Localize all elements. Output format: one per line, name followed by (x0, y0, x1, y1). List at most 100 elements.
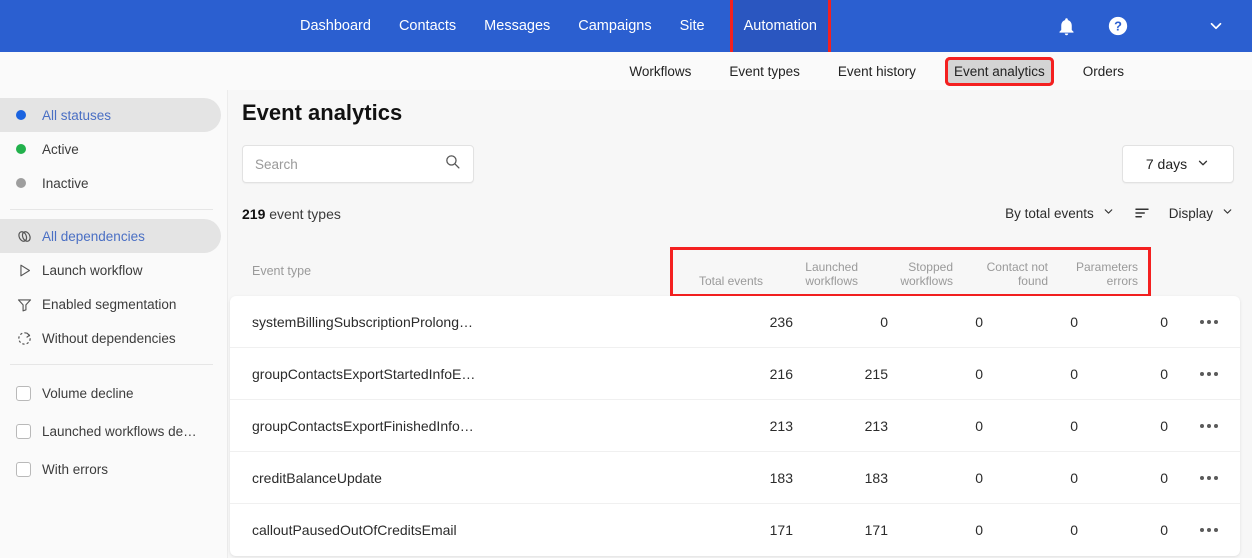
sub-navigation-bar: Workflows Event types Event history Even… (0, 52, 1252, 90)
cell-launched-workflows: 171 (864, 522, 888, 538)
cell-contact-not-found: 0 (1070, 522, 1078, 538)
funnel-icon (16, 296, 42, 313)
cell-stopped-workflows: 0 (975, 417, 983, 434)
sidebar-filter-label: Volume decline (42, 385, 134, 401)
display-dropdown[interactable]: Display (1169, 205, 1234, 221)
nav-item-messages[interactable]: Messages (484, 0, 550, 52)
sort-descending-icon[interactable] (1133, 204, 1151, 222)
main-content: Event analytics 7 days 219 event types B… (228, 90, 1252, 558)
chevron-down-icon (1221, 205, 1234, 221)
cell-parameters-errors: 0 (1160, 313, 1168, 330)
cell-total-events: 216 (769, 365, 793, 382)
more-options-icon[interactable] (1178, 371, 1240, 376)
cell-contact-not-found: 0 (1070, 417, 1078, 434)
chevron-down-icon[interactable] (1204, 14, 1228, 38)
cell-launched-workflows: 215 (864, 365, 888, 382)
more-options-icon[interactable] (1178, 319, 1240, 324)
days-filter-dropdown[interactable]: 7 days (1122, 145, 1234, 183)
table-controls: By total events Display (1005, 204, 1234, 222)
cell-contact-not-found: 0 (1070, 469, 1078, 486)
cell-contact-not-found: 0 (1070, 365, 1078, 382)
days-filter-label: 7 days (1145, 156, 1188, 172)
nav-item-dashboard[interactable]: Dashboard (300, 0, 371, 52)
cell-parameters-errors: 0 (1160, 469, 1168, 486)
nav-item-automation[interactable]: Automation (732, 0, 828, 52)
tab-event-types[interactable]: Event types (723, 60, 806, 83)
cell-event-type: systemBillingSubscriptionProlong… (252, 313, 473, 330)
cell-launched-workflows: 213 (864, 417, 888, 434)
event-type-count: 219 event types (242, 206, 341, 222)
top-bar-icons: ? (1054, 0, 1228, 52)
sidebar-item-label: All statuses (42, 107, 112, 123)
help-circle-icon[interactable]: ? (1106, 14, 1130, 38)
cell-event-type: groupContactsExportFinishedInfo… (252, 417, 474, 434)
cell-launched-workflows: 0 (880, 313, 888, 330)
sidebar-item-enabled-segmentation[interactable]: Enabled segmentation (0, 287, 221, 321)
sidebar-item-all-dependencies[interactable]: All dependencies (0, 219, 221, 253)
sidebar-item-without-dependencies[interactable]: Without dependencies (0, 321, 221, 355)
checkbox-icon[interactable] (16, 423, 42, 439)
bell-icon[interactable] (1054, 14, 1078, 38)
nav-item-campaigns[interactable]: Campaigns (578, 0, 651, 52)
more-options-icon[interactable] (1178, 423, 1240, 428)
cell-parameters-errors: 0 (1160, 365, 1168, 382)
table-row[interactable]: calloutPausedOutOfCreditsEmail 171 171 0… (230, 504, 1240, 556)
nav-item-site[interactable]: Site (680, 0, 705, 52)
sidebar-item-label: Launch workflow (42, 262, 143, 278)
sidebar-item-launch-workflow[interactable]: Launch workflow (0, 253, 221, 287)
tab-orders[interactable]: Orders (1077, 60, 1130, 83)
search-box[interactable] (242, 145, 474, 183)
column-header-launched-workflows: Launched workflows (805, 260, 858, 288)
sidebar-filter-label: Launched workflows de… (42, 423, 197, 439)
search-icon[interactable] (444, 153, 461, 175)
sort-by-dropdown[interactable]: By total events (1005, 205, 1115, 221)
tab-workflows[interactable]: Workflows (623, 60, 697, 83)
more-options-icon[interactable] (1178, 475, 1240, 480)
tab-event-analytics[interactable]: Event analytics (944, 56, 1054, 86)
table-row[interactable]: groupContactsExportStartedInfoE… 216 215… (230, 348, 1240, 400)
table-row[interactable]: creditBalanceUpdate 183 183 0 0 0 (230, 452, 1240, 504)
sidebar-item-label: Enabled segmentation (42, 296, 177, 312)
display-label: Display (1168, 205, 1213, 221)
chevron-down-icon (1102, 205, 1115, 221)
sidebar: All statuses Active Inactive All depende… (0, 90, 228, 558)
status-dot-icon (16, 144, 42, 154)
column-header-total-events: Total events (698, 274, 763, 288)
cell-total-events: 213 (769, 417, 793, 434)
top-navigation-bar: Dashboard Contacts Messages Campaigns Si… (0, 0, 1252, 52)
links-icon (16, 228, 42, 245)
sidebar-divider (10, 209, 213, 210)
column-header-event-type: Event type (252, 264, 312, 278)
cell-event-type: calloutPausedOutOfCreditsEmail (252, 522, 457, 538)
table-header: Event type Total events Launched workflo… (228, 247, 1240, 297)
sidebar-item-active[interactable]: Active (0, 132, 221, 166)
cell-stopped-workflows: 0 (975, 522, 983, 538)
event-type-count-label: event types (269, 206, 341, 222)
cell-event-type: creditBalanceUpdate (252, 469, 382, 486)
cell-stopped-workflows: 0 (975, 313, 983, 330)
checkbox-icon[interactable] (16, 461, 42, 477)
sidebar-item-all-statuses[interactable]: All statuses (0, 98, 221, 132)
search-input[interactable] (255, 156, 444, 172)
more-options-icon[interactable] (1178, 528, 1240, 532)
nav-item-contacts[interactable]: Contacts (399, 0, 456, 52)
table-row[interactable]: systemBillingSubscriptionProlong… 236 0 … (230, 296, 1240, 348)
tab-event-history[interactable]: Event history (832, 60, 922, 83)
page-title: Event analytics (242, 100, 403, 125)
table-row[interactable]: groupContactsExportFinishedInfo… 213 213… (230, 400, 1240, 452)
sidebar-item-inactive[interactable]: Inactive (0, 166, 221, 200)
cell-total-events: 171 (769, 522, 793, 538)
status-dot-icon (16, 110, 42, 120)
checkbox-icon[interactable] (16, 385, 42, 401)
status-dot-icon (16, 178, 42, 188)
cell-launched-workflows: 183 (864, 469, 888, 486)
app-root: Dashboard Contacts Messages Campaigns Si… (0, 0, 1252, 558)
chevron-down-icon (1196, 156, 1210, 173)
sidebar-filter-launched-workflows-decline[interactable]: Launched workflows de… (0, 412, 221, 450)
sidebar-filter-with-errors[interactable]: With errors (0, 450, 221, 488)
cell-stopped-workflows: 0 (975, 365, 983, 382)
sidebar-divider (10, 364, 213, 365)
sidebar-filter-volume-decline[interactable]: Volume decline (0, 374, 221, 412)
numeric-column-headers: Total events Launched workflows Stopped … (670, 247, 1151, 297)
event-type-count-number: 219 (242, 206, 266, 222)
